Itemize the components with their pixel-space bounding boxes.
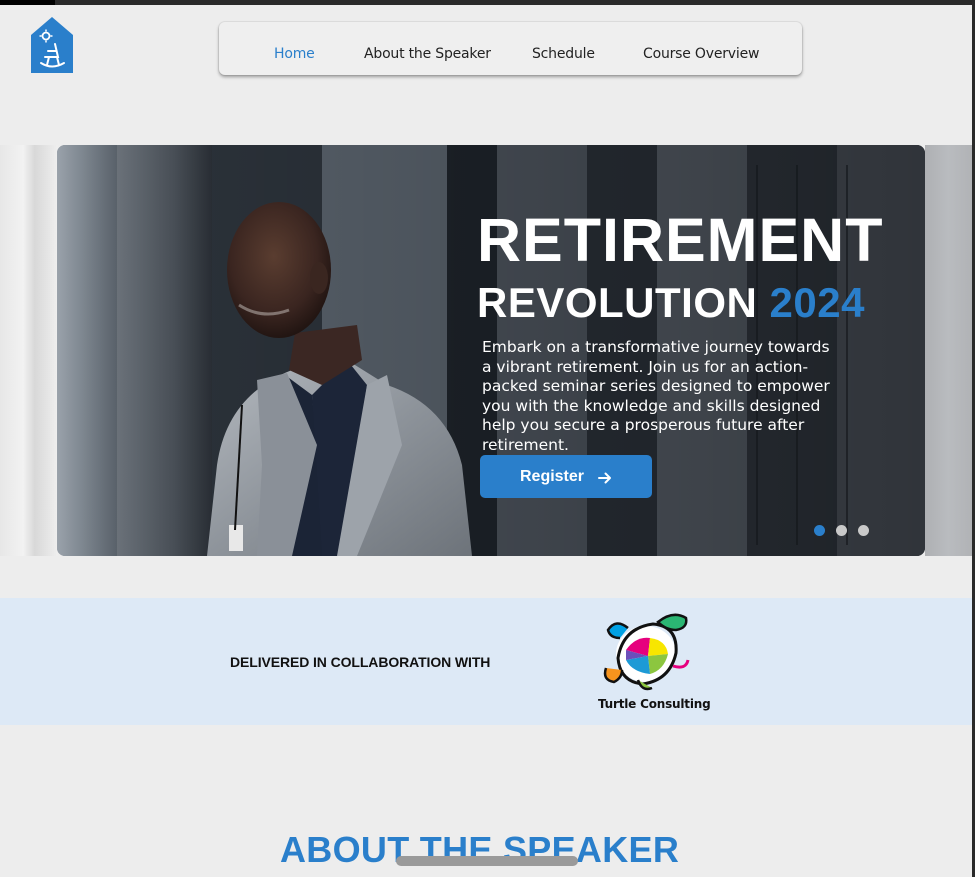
- nav-about-speaker[interactable]: About the Speaker: [364, 46, 491, 62]
- main-nav: Home About the Speaker Schedule Course O…: [219, 22, 802, 75]
- hero-description: Embark on a transformative journey towar…: [482, 338, 830, 454]
- site-logo[interactable]: [31, 17, 73, 73]
- hero-banner: RETIREMENT REVOLUTION 2024 Embark on a t…: [57, 145, 925, 556]
- collaboration-label: DELIVERED IN COLLABORATION WITH: [230, 654, 491, 670]
- hero-title-word: REVOLUTION: [477, 279, 758, 326]
- arrow-right-icon: [598, 469, 612, 489]
- nav-course-overview[interactable]: Course Overview: [643, 46, 759, 62]
- hero-title-line1: RETIREMENT: [477, 206, 884, 274]
- hero-title-line2: REVOLUTION 2024: [477, 279, 865, 327]
- hero-title-year: 2024: [769, 279, 865, 326]
- carousel-dots: [814, 525, 869, 536]
- nav-schedule[interactable]: Schedule: [532, 46, 595, 62]
- carousel-dot-2[interactable]: [836, 525, 847, 536]
- horizontal-scrollbar[interactable]: [396, 856, 578, 866]
- turtle-consulting-logo[interactable]: [598, 608, 693, 692]
- register-button[interactable]: Register: [480, 455, 652, 498]
- carousel-dot-3[interactable]: [858, 525, 869, 536]
- carousel-dot-1[interactable]: [814, 525, 825, 536]
- collaboration-section: DELIVERED IN COLLABORATION WITH Turtle C…: [0, 598, 972, 725]
- nav-home[interactable]: Home: [274, 46, 315, 62]
- hero-prev-slide-peek: [0, 145, 58, 556]
- rocking-chair-house-icon: [31, 17, 73, 73]
- hero-next-slide-peek: [925, 145, 972, 556]
- window-top-bar: [0, 0, 975, 5]
- register-button-label: Register: [519, 467, 585, 485]
- partner-name: Turtle Consulting: [598, 697, 711, 711]
